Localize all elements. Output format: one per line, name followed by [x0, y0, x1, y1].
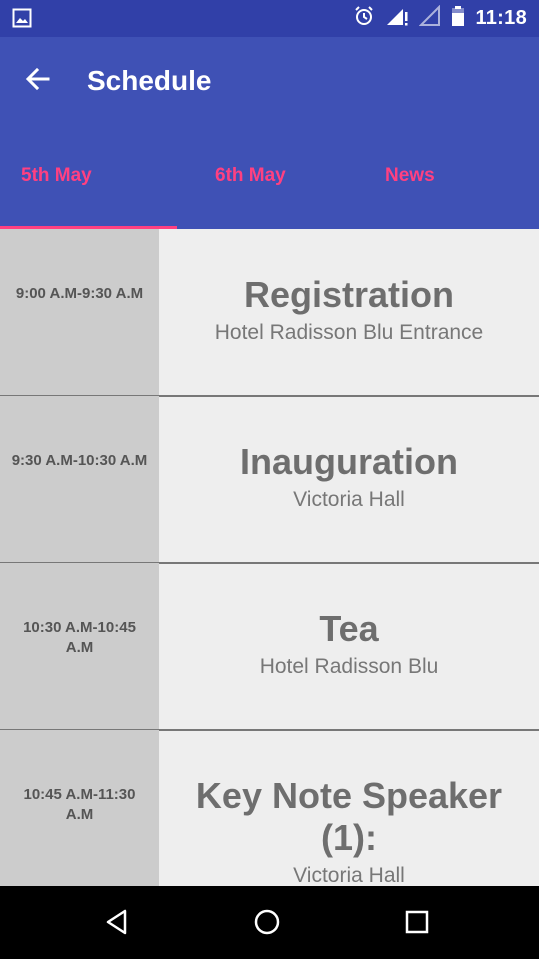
page-title: Schedule	[87, 65, 212, 96]
status-time: 11:18	[475, 7, 527, 29]
schedule-info: Key Note Speaker (1): Victoria Hall	[159, 730, 539, 886]
event-venue: Hotel Radisson Blu	[259, 655, 439, 678]
schedule-time: 10:45 A.M-11:30 A.M	[23, 786, 136, 823]
nav-back-button[interactable]	[97, 904, 137, 944]
event-venue: Hotel Radisson Blu Entrance	[214, 321, 484, 344]
tab-news[interactable]: News	[385, 148, 435, 229]
nav-recents-button[interactable]	[397, 904, 437, 944]
event-title: Registration	[243, 274, 455, 315]
signal-empty-icon	[419, 4, 441, 32]
recents-square-icon	[403, 908, 431, 941]
schedule-item[interactable]: 10:30 A.M-10:45 A.M Tea Hotel Radisson B…	[0, 563, 539, 731]
schedule-item[interactable]: 10:45 A.M-11:30 A.M Key Note Speaker (1)…	[0, 730, 539, 886]
time-column: 9:00 A.M-9:30 A.M	[0, 229, 159, 395]
schedule-item[interactable]: 9:00 A.M-9:30 A.M Registration Hotel Rad…	[0, 229, 539, 397]
schedule-list: 9:00 A.M-9:30 A.M Registration Hotel Rad…	[0, 229, 539, 886]
schedule-time: 9:00 A.M-9:30 A.M	[15, 285, 144, 302]
time-column: 9:30 A.M-10:30 A.M	[0, 396, 159, 562]
time-column: 10:45 A.M-11:30 A.M	[0, 730, 159, 886]
schedule-time: 10:30 A.M-10:45 A.M	[23, 619, 136, 656]
back-button[interactable]	[20, 63, 56, 99]
event-title: Key Note Speaker (1):	[195, 775, 503, 858]
status-bar: 11:18	[0, 0, 539, 37]
nav-home-button[interactable]	[247, 904, 287, 944]
time-column: 10:30 A.M-10:45 A.M	[0, 563, 159, 729]
schedule-info: Tea Hotel Radisson Blu	[159, 563, 539, 729]
event-title: Tea	[319, 608, 379, 649]
home-circle-icon	[253, 908, 281, 941]
schedule-info: Inauguration Victoria Hall	[159, 396, 539, 562]
tab-bar: 5th May 6th May News	[0, 148, 539, 229]
battery-icon	[451, 5, 465, 32]
navigation-bar	[0, 886, 539, 959]
back-triangle-icon	[103, 908, 131, 941]
event-title: Inauguration	[240, 441, 458, 482]
image-icon	[12, 8, 32, 33]
tab-5th-may[interactable]: 5th May	[21, 148, 92, 229]
tab-6th-may[interactable]: 6th May	[215, 148, 286, 229]
signal-icon	[385, 5, 409, 32]
arrow-left-icon	[25, 66, 51, 97]
schedule-time: 9:30 A.M-10:30 A.M	[11, 452, 148, 469]
status-icons: 11:18	[353, 0, 527, 37]
alarm-icon	[353, 5, 375, 32]
event-venue: Victoria Hall	[293, 488, 405, 511]
schedule-info: Registration Hotel Radisson Blu Entrance	[159, 229, 539, 395]
app-bar: Schedule 5th May 6th May News	[0, 37, 539, 229]
event-venue: Victoria Hall	[293, 864, 405, 886]
schedule-item[interactable]: 9:30 A.M-10:30 A.M Inauguration Victoria…	[0, 396, 539, 564]
